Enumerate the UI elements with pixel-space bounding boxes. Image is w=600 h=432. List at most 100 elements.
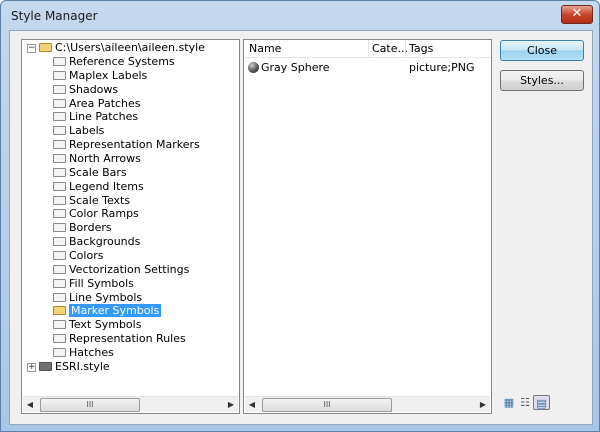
tree-item-label: Vectorization Settings bbox=[69, 262, 190, 276]
scroll-right-arrow[interactable]: ▶ bbox=[224, 397, 238, 413]
folder-icon bbox=[53, 278, 66, 288]
style-manager-window: Style Manager ✕ − C:\Users\aileen\aileen… bbox=[0, 0, 600, 432]
folder-icon bbox=[53, 126, 66, 136]
folder-icon bbox=[53, 348, 66, 358]
folder-icon bbox=[53, 320, 66, 330]
folder-icon bbox=[53, 84, 66, 94]
tree-item[interactable]: Backgrounds bbox=[53, 235, 140, 249]
folder-icon bbox=[53, 70, 66, 80]
tree-item-label: Legend Items bbox=[69, 179, 144, 193]
folder-icon bbox=[53, 264, 66, 274]
list-horizontal-scrollbar[interactable]: ◀ III ▶ bbox=[245, 396, 490, 412]
folder-icon bbox=[53, 195, 66, 205]
window-title: Style Manager bbox=[11, 9, 98, 23]
tree-item-label: Scale Texts bbox=[69, 193, 131, 207]
styles-button[interactable]: Styles... bbox=[500, 70, 584, 91]
tree-item-label: Colors bbox=[69, 249, 104, 263]
folder-icon bbox=[53, 140, 66, 150]
tree-item[interactable]: Text Symbols bbox=[53, 318, 141, 332]
tree-item-label: Text Symbols bbox=[69, 318, 142, 332]
tree-item[interactable]: Borders bbox=[53, 221, 112, 235]
column-name[interactable]: Name bbox=[249, 42, 281, 56]
folder-icon bbox=[39, 362, 52, 371]
list-view-icon[interactable]: ☷ bbox=[517, 395, 533, 410]
large-icons-view-icon[interactable]: ▦ bbox=[501, 395, 517, 410]
style-items-list[interactable]: Name Cate... Tags Gray Sphere picture;PN… bbox=[243, 39, 492, 414]
tree-item[interactable]: Scale Texts bbox=[53, 194, 130, 208]
folder-icon bbox=[53, 209, 66, 219]
folder-icon bbox=[53, 57, 66, 66]
list-header: Name Cate... Tags bbox=[244, 40, 491, 58]
tree-item-label: Area Patches bbox=[69, 96, 141, 110]
folder-icon bbox=[53, 237, 66, 247]
item-name: Gray Sphere bbox=[261, 61, 330, 74]
tree-item[interactable]: Labels bbox=[53, 124, 104, 138]
report-view-icon[interactable]: ▤ bbox=[533, 395, 550, 410]
tree-item[interactable]: Line Patches bbox=[53, 110, 138, 124]
tree-item-label: Marker Symbols bbox=[69, 304, 162, 318]
tree-item[interactable]: Shadows bbox=[53, 83, 118, 97]
collapse-icon[interactable]: − bbox=[27, 44, 36, 53]
tree-item-label: Scale Bars bbox=[69, 165, 127, 179]
folder-icon bbox=[53, 112, 66, 122]
folder-icon bbox=[53, 306, 66, 316]
tree-item[interactable]: Colors bbox=[53, 249, 103, 263]
tree-item[interactable]: Line Symbols bbox=[53, 291, 142, 305]
close-button[interactable]: Close bbox=[500, 40, 584, 61]
tree-item[interactable]: Maplex Labels bbox=[53, 69, 147, 83]
column-category[interactable]: Cate... bbox=[372, 42, 408, 56]
tree-item[interactable]: Hatches bbox=[53, 346, 114, 360]
tree-item-label: Borders bbox=[69, 221, 112, 235]
tree-item-label: Representation Rules bbox=[69, 332, 186, 346]
folder-icon bbox=[53, 154, 66, 164]
folder-icon bbox=[53, 251, 66, 261]
column-tags[interactable]: Tags bbox=[409, 42, 433, 56]
list-item[interactable]: Gray Sphere picture;PNG bbox=[248, 61, 488, 75]
tree-item-label: Line Patches bbox=[69, 110, 139, 124]
scroll-left-arrow[interactable]: ◀ bbox=[23, 397, 37, 413]
folder-icon bbox=[53, 167, 66, 177]
tree-item[interactable]: Legend Items bbox=[53, 180, 144, 194]
tree-item[interactable]: Fill Symbols bbox=[53, 277, 134, 291]
folder-icon bbox=[53, 292, 66, 302]
folder-icon bbox=[53, 98, 66, 108]
tree-item-label: Line Symbols bbox=[69, 290, 143, 304]
tree-item[interactable]: Area Patches bbox=[53, 97, 141, 111]
dialog-client: − C:\Users\aileen\aileen.style Reference… bbox=[9, 30, 593, 425]
scroll-thumb[interactable]: III bbox=[262, 398, 392, 412]
tree-item[interactable]: Representation Rules bbox=[53, 332, 186, 346]
tree-item[interactable]: Marker Symbols bbox=[53, 304, 162, 318]
item-tags: picture;PNG bbox=[409, 61, 475, 74]
tree-root-label: C:\Users\aileen\aileen.style bbox=[55, 41, 205, 54]
tree-item-label: Color Ramps bbox=[69, 207, 139, 221]
tree-item[interactable]: Representation Markers bbox=[53, 138, 200, 152]
tree-item-label: Representation Markers bbox=[69, 138, 200, 152]
folder-open-icon bbox=[39, 43, 52, 52]
tree-item[interactable]: Reference Systems bbox=[53, 55, 175, 69]
tree-item-label: Fill Symbols bbox=[69, 276, 134, 290]
tree-item-label: North Arrows bbox=[69, 152, 141, 166]
tree-item-label: Reference Systems bbox=[69, 55, 175, 68]
tree-root[interactable]: C:\Users\aileen\aileen.style bbox=[39, 41, 205, 55]
tree-item-label: Hatches bbox=[69, 346, 114, 360]
folder-icon bbox=[53, 223, 66, 233]
scroll-thumb[interactable]: III bbox=[40, 398, 140, 412]
expand-icon[interactable]: + bbox=[27, 363, 36, 372]
style-tree[interactable]: − C:\Users\aileen\aileen.style Reference… bbox=[21, 39, 240, 414]
tree-item[interactable]: Vectorization Settings bbox=[53, 263, 189, 277]
tree-item-label: Shadows bbox=[69, 82, 119, 96]
tree-root-esri[interactable]: ESRI.style bbox=[39, 360, 110, 374]
tree-item[interactable]: North Arrows bbox=[53, 152, 141, 166]
gray-sphere-icon bbox=[248, 62, 259, 73]
tree-item[interactable]: Scale Bars bbox=[53, 166, 127, 180]
window-close-button[interactable]: ✕ bbox=[561, 5, 593, 24]
folder-icon bbox=[53, 334, 66, 344]
scroll-right-arrow[interactable]: ▶ bbox=[476, 397, 490, 413]
scroll-left-arrow[interactable]: ◀ bbox=[245, 397, 259, 413]
tree-item-label: Labels bbox=[69, 124, 105, 138]
tree-horizontal-scrollbar[interactable]: ◀ III ▶ bbox=[23, 396, 238, 412]
tree-item[interactable]: Color Ramps bbox=[53, 207, 139, 221]
tree-item-label: Maplex Labels bbox=[69, 68, 148, 82]
tree-root-label: ESRI.style bbox=[55, 360, 110, 373]
tree-item-label: Backgrounds bbox=[69, 235, 141, 249]
